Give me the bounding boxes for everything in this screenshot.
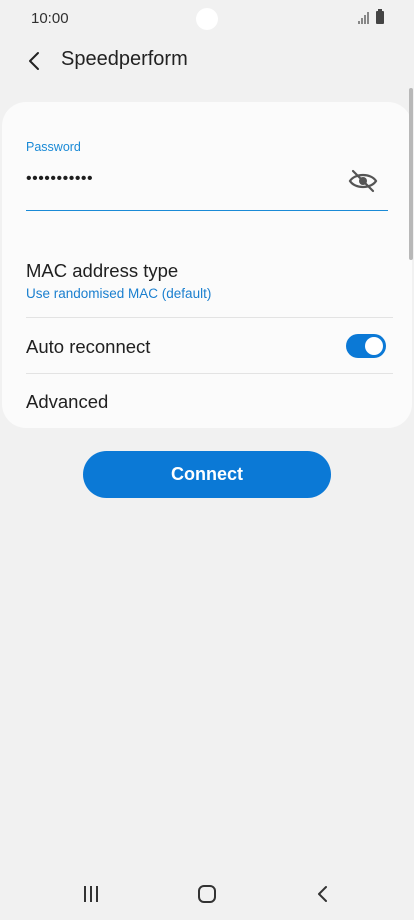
camera-cutout: [196, 8, 218, 30]
password-field[interactable]: •••••••••••: [26, 170, 93, 188]
network-settings-card: Password ••••••••••• MAC address type Us…: [2, 102, 412, 428]
mac-address-type-row[interactable]: MAC address type Use randomised MAC (def…: [2, 252, 412, 316]
password-label: Password: [26, 140, 81, 154]
auto-reconnect-toggle[interactable]: [346, 334, 386, 358]
home-icon: [198, 885, 216, 903]
advanced-title: Advanced: [26, 391, 109, 412]
password-underline: [26, 210, 388, 211]
home-button[interactable]: [192, 882, 222, 906]
navigation-bar: [0, 868, 414, 920]
signal-icon: [358, 12, 369, 24]
connect-button[interactable]: Connect: [83, 451, 331, 498]
status-icons: [358, 9, 384, 24]
recent-apps-icon: [84, 886, 98, 902]
status-bar: 10:00: [0, 0, 414, 38]
nav-back-button[interactable]: [308, 882, 338, 906]
scrollbar[interactable]: [409, 88, 413, 260]
recent-apps-button[interactable]: [76, 882, 106, 906]
toggle-knob: [365, 337, 383, 355]
toggle-password-visibility-button[interactable]: [346, 166, 380, 196]
eye-off-icon: [348, 169, 378, 193]
auto-reconnect-title: Auto reconnect: [26, 336, 151, 357]
advanced-row[interactable]: Advanced: [2, 374, 412, 428]
chevron-left-icon: [29, 52, 39, 70]
back-button[interactable]: [20, 46, 50, 76]
battery-icon: [376, 9, 384, 24]
back-icon: [318, 886, 327, 902]
page-title: Speedperform: [61, 48, 188, 70]
mac-address-type-value: Use randomised MAC (default): [26, 286, 212, 301]
mac-address-type-title: MAC address type: [26, 260, 179, 281]
app-header: Speedperform: [0, 38, 414, 82]
status-time: 10:00: [31, 10, 69, 27]
